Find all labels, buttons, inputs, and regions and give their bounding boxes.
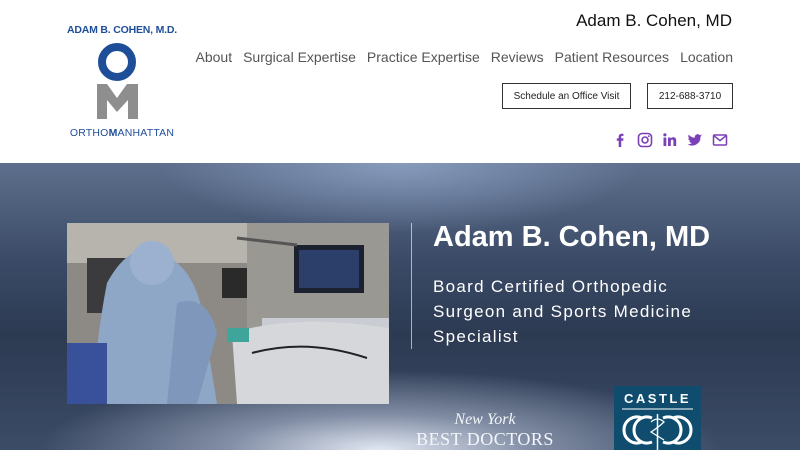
nav-location[interactable]: Location: [680, 49, 733, 65]
schedule-visit-button[interactable]: Schedule an Office Visit: [502, 83, 631, 109]
surgery-video-frame: [67, 223, 389, 404]
phone-button[interactable]: 212-688-3710: [647, 83, 733, 109]
logo-wordmark-ortho: ORTHO: [69, 127, 109, 139]
mail-icon[interactable]: [712, 132, 728, 148]
nav-surgical-expertise[interactable]: Surgical Expertise: [243, 49, 356, 65]
site-title[interactable]: Adam B. Cohen, MD: [576, 11, 732, 31]
castle-connolly-badge[interactable]: CASTLE: [614, 386, 701, 450]
twitter-icon[interactable]: [687, 132, 703, 148]
logo-om-mark: [97, 43, 138, 119]
hero-divider: [411, 223, 412, 349]
linkedin-icon[interactable]: [662, 132, 678, 148]
hero-banner: Adam B. Cohen, MD Board Certified Orthop…: [0, 163, 800, 450]
ny-best-doctors-line2: BEST DOCTORS: [416, 429, 554, 449]
orthomanhattan-logo[interactable]: ADAM B. COHEN, M.D. ORTHOMANHATTAN: [62, 20, 182, 145]
social-links: [612, 132, 728, 148]
logo-doctor-name: ADAM B. COHEN, M.D.: [67, 24, 177, 36]
nav-about[interactable]: About: [196, 49, 233, 65]
hero-subtitle: Board Certified Orthopedic Surgeon and S…: [433, 277, 693, 346]
instagram-icon[interactable]: [637, 132, 653, 148]
nav-patient-resources[interactable]: Patient Resources: [555, 49, 669, 65]
nav-reviews[interactable]: Reviews: [491, 49, 544, 65]
facebook-icon[interactable]: [612, 132, 628, 148]
ny-best-doctors-badge[interactable]: New York BEST DOCTORS: [415, 411, 555, 449]
main-nav: About Surgical Expertise Practice Expert…: [196, 49, 734, 65]
site-header: ADAM B. COHEN, M.D. ORTHOMANHATTAN Adam …: [0, 0, 800, 163]
surgery-video[interactable]: [67, 223, 389, 404]
hero-title: Adam B. Cohen, MD: [433, 221, 711, 253]
ny-best-doctors-line1: New York: [454, 411, 516, 428]
logo-wordmark-anhattan: ANHATTAN: [117, 127, 175, 139]
logo-wordmark: ORTHOMANHATTAN: [62, 127, 182, 139]
logo-wordmark-m: M: [108, 127, 118, 139]
nav-practice-expertise[interactable]: Practice Expertise: [367, 49, 480, 65]
castle-badge-emblem: [622, 408, 693, 450]
